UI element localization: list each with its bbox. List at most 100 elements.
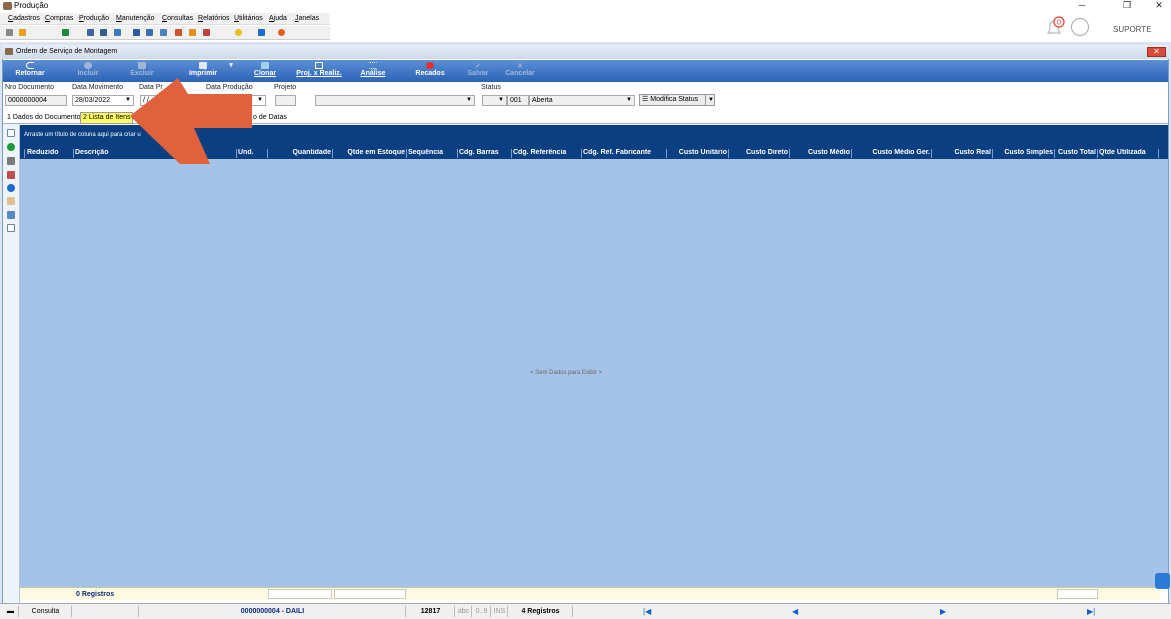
title-bar: Produção ─ ❐ ✕ (0, 0, 1171, 12)
add-icon (84, 62, 92, 69)
next-record-button[interactable]: ▶ (940, 607, 946, 616)
column-header[interactable]: Qtde em Estoque (334, 149, 407, 158)
user-avatar-icon[interactable] (1071, 18, 1089, 36)
calc-icon[interactable] (114, 29, 121, 36)
status-code: 12817 (407, 606, 455, 617)
column-header[interactable]: Reduzido (27, 149, 74, 158)
window-title: Produção (14, 1, 49, 10)
power-icon[interactable] (278, 29, 285, 36)
column-header[interactable]: Custo Total (1056, 149, 1098, 158)
proj-realiz-button[interactable]: Proj. x Realiz. (290, 61, 348, 81)
return-icon (26, 62, 34, 69)
menu-ajuda[interactable]: Ajuda (269, 15, 287, 22)
restore-button[interactable]: ❐ (1115, 0, 1139, 12)
trash-icon[interactable] (7, 157, 15, 165)
notification-count: 0 (1057, 20, 1061, 27)
column-header[interactable]: Quantidade (269, 149, 333, 158)
status-bar: ▬ Consulta 0000000004 - DAILI 12817 abc … (0, 603, 1171, 619)
nro-documento-field[interactable]: 0000000004 (5, 95, 67, 106)
projeto-select[interactable] (315, 95, 475, 106)
footer-cell (268, 589, 332, 599)
menu-consultas[interactable]: Consultas (162, 15, 193, 22)
column-header[interactable]: Cdg. Referência (513, 149, 582, 158)
child-window-titlebar: Ordem de Serviço de Montagem (2, 45, 1169, 59)
grid-icon[interactable] (146, 29, 153, 36)
check-icon: ✓ (475, 63, 481, 70)
column-header[interactable]: Custo Unitário (668, 149, 729, 158)
previous-record-button[interactable]: ◀ (792, 607, 798, 616)
status-label: Status (481, 84, 501, 91)
table-icon[interactable] (7, 211, 15, 219)
folder-icon[interactable] (19, 29, 26, 36)
star-icon[interactable] (235, 29, 242, 36)
recados-button[interactable]: Recados (411, 61, 449, 81)
side-panel-toggle-icon[interactable] (1155, 573, 1170, 589)
info-icon[interactable] (7, 184, 15, 192)
menu-relatorios[interactable]: Relatórios (198, 15, 230, 22)
new-doc-icon[interactable] (7, 129, 15, 137)
edit-icon[interactable] (7, 171, 15, 179)
status-color-select[interactable] (482, 95, 507, 106)
column-header[interactable]: Custo Simples (994, 149, 1055, 158)
box-icon[interactable] (7, 197, 15, 205)
modifica-status-button[interactable]: ☰ Modifica Status (639, 94, 715, 106)
status-code-field[interactable]: 001 (507, 95, 529, 106)
column-header[interactable]: Custo Médio (791, 149, 852, 158)
footer-cell (1057, 589, 1098, 599)
column-header[interactable]: Custo Direto (730, 149, 790, 158)
main-toolbar (0, 26, 330, 40)
tab-dados-documento[interactable]: 1 Dados do Documento (7, 114, 81, 121)
salvar-button[interactable]: ✓ Salvar (461, 61, 495, 81)
incluir-button[interactable]: Incluir (71, 61, 105, 81)
user-name[interactable]: SUPORTE (1113, 25, 1152, 34)
menu-utilitarios[interactable]: Utilitários (234, 15, 263, 22)
close-button[interactable]: ✕ (1147, 0, 1171, 12)
cancelar-button[interactable]: ✕ Cancelar (503, 61, 537, 81)
list-icon[interactable] (160, 29, 167, 36)
projeto-code-field[interactable] (275, 95, 296, 106)
column-header[interactable]: Custo Real (933, 149, 993, 158)
menu-bar: Cadastros Compras Produção Manutenção Co… (0, 13, 330, 25)
projeto-label: Projeto (274, 84, 297, 91)
tab-datas[interactable]: o de Datas (253, 114, 287, 121)
add-circle-icon[interactable] (7, 143, 15, 151)
page-icon[interactable] (7, 224, 15, 232)
annotation-arrow-icon (130, 78, 252, 164)
footer-record-count: 0 Registros (76, 591, 115, 598)
status-blank (73, 606, 139, 617)
book-icon[interactable] (203, 29, 210, 36)
person-icon[interactable] (87, 29, 94, 36)
minimize-button[interactable]: ─ (1070, 0, 1094, 12)
cart-icon[interactable] (62, 29, 69, 36)
menu-janelas[interactable]: Janelas (295, 15, 319, 22)
last-record-button[interactable]: ▶| (1087, 607, 1095, 616)
chart-icon[interactable] (175, 29, 182, 36)
column-header[interactable]: Custo Médio Ger. (853, 149, 932, 158)
modifica-status-dropdown[interactable]: ▼ (705, 94, 715, 106)
first-record-button[interactable]: |◀ (643, 607, 651, 616)
status-select[interactable]: Aberta (529, 95, 635, 106)
child-close-button[interactable]: ✕ (1147, 47, 1166, 57)
coin-icon[interactable] (189, 29, 196, 36)
data-movimento-label: Data Movimento (72, 84, 123, 91)
retornar-button[interactable]: Retornar (11, 61, 49, 81)
info-icon[interactable] (258, 29, 265, 36)
column-header[interactable]: Sequência (408, 149, 458, 158)
menu-producao[interactable]: Produção (79, 15, 109, 22)
side-toolbar (3, 124, 20, 603)
list-icon: ☰ (642, 96, 651, 103)
menu-manutencao[interactable]: Manutenção (116, 15, 155, 22)
status-digits: 0..9 (473, 606, 491, 617)
print-icon[interactable] (100, 29, 107, 36)
table-icon[interactable] (133, 29, 140, 36)
analise-button[interactable]: Análise (355, 61, 391, 81)
menu-compras[interactable]: Compras (45, 15, 73, 22)
doc-icon[interactable] (6, 29, 13, 36)
status-mode: Consulta (20, 606, 72, 617)
notification-bell-icon[interactable]: 0 (1044, 16, 1068, 38)
column-header[interactable]: Cdg. Barras (459, 149, 512, 158)
column-header[interactable]: Qtde Utilizada (1099, 149, 1159, 158)
menu-cadastros[interactable]: Cadastros (8, 15, 40, 22)
column-header[interactable]: Cdg. Ref. Fabricante (583, 149, 667, 158)
row-indicator-header (20, 149, 25, 158)
